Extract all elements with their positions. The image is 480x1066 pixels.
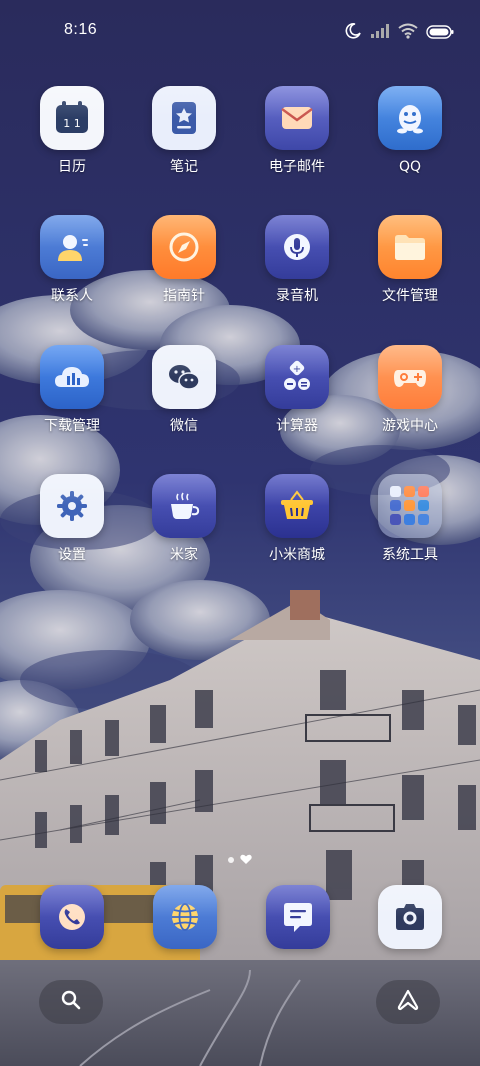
app-email[interactable]: 电子邮件 bbox=[247, 86, 347, 176]
app-label: 微信 bbox=[170, 418, 198, 434]
app-label: 笔记 bbox=[170, 159, 198, 175]
gear-icon bbox=[40, 474, 104, 538]
app-label: 文件管理 bbox=[382, 288, 438, 304]
dock-phone[interactable] bbox=[40, 885, 104, 949]
compass-icon bbox=[152, 215, 216, 279]
app-calculator[interactable]: + 计算器 bbox=[247, 345, 347, 435]
dock-camera[interactable] bbox=[378, 885, 442, 949]
microphone-icon bbox=[265, 215, 329, 279]
app-compass[interactable]: 指南针 bbox=[134, 215, 234, 305]
svg-text:+: + bbox=[293, 364, 301, 375]
app-label: 设置 bbox=[58, 547, 86, 563]
shopping-basket-icon bbox=[265, 474, 329, 538]
download-cloud-icon bbox=[40, 345, 104, 409]
status-bar: 8:16 bbox=[0, 0, 480, 62]
contacts-icon bbox=[40, 215, 104, 279]
browser-globe-icon bbox=[153, 885, 217, 949]
app-label: QQ bbox=[398, 159, 422, 175]
calendar-icon: 1 1 bbox=[40, 86, 104, 150]
app-label: 计算器 bbox=[276, 418, 318, 434]
qq-penguin-icon bbox=[378, 86, 442, 150]
heart-page-icon bbox=[240, 850, 252, 869]
app-calendar[interactable]: 1 1 日历 bbox=[22, 86, 122, 176]
folder-icon bbox=[378, 215, 442, 279]
app-qq[interactable]: QQ bbox=[360, 86, 460, 176]
page-dot bbox=[228, 856, 234, 863]
app-label: 下载管理 bbox=[44, 418, 100, 434]
app-game-center[interactable]: 游戏中心 bbox=[360, 345, 460, 435]
app-notes[interactable]: 笔记 bbox=[134, 86, 234, 176]
signal-icon bbox=[370, 23, 390, 43]
app-label: 小米商城 bbox=[269, 547, 325, 563]
dock-messages[interactable] bbox=[266, 885, 330, 949]
battery-icon bbox=[426, 24, 454, 43]
app-contacts[interactable]: 联系人 bbox=[22, 215, 122, 305]
app-wechat[interactable]: 微信 bbox=[134, 345, 234, 435]
search-button[interactable] bbox=[39, 980, 103, 1024]
app-settings[interactable]: 设置 bbox=[22, 474, 122, 564]
app-mi-store[interactable]: 小米商城 bbox=[247, 474, 347, 564]
app-file-manager[interactable]: 文件管理 bbox=[360, 215, 460, 305]
app-label: 录音机 bbox=[276, 288, 318, 304]
status-time: 8:16 bbox=[64, 21, 98, 38]
app-label: 游戏中心 bbox=[382, 418, 438, 434]
camera-icon bbox=[378, 885, 442, 949]
notes-icon bbox=[152, 86, 216, 150]
gamepad-icon bbox=[378, 345, 442, 409]
calendar-date-text: 1 1 bbox=[63, 117, 81, 130]
calculator-icon: + bbox=[265, 345, 329, 409]
app-label: 系统工具 bbox=[382, 547, 438, 563]
app-recorder[interactable]: 录音机 bbox=[247, 215, 347, 305]
wechat-icon bbox=[152, 345, 216, 409]
app-label: 米家 bbox=[170, 547, 198, 563]
moon-icon bbox=[344, 22, 362, 44]
dock-browser[interactable] bbox=[153, 885, 217, 949]
coffee-cup-icon bbox=[152, 474, 216, 538]
app-drawer-button[interactable] bbox=[376, 980, 440, 1024]
messages-icon bbox=[266, 885, 330, 949]
search-icon bbox=[60, 989, 82, 1015]
app-download-manager[interactable]: 下载管理 bbox=[22, 345, 122, 435]
folder-grid-icon bbox=[378, 474, 442, 538]
app-label: 电子邮件 bbox=[269, 159, 325, 175]
phone-icon bbox=[40, 885, 104, 949]
status-icons bbox=[344, 22, 454, 44]
app-folder-system-tools[interactable]: 系统工具 bbox=[360, 474, 460, 564]
app-label: 联系人 bbox=[51, 288, 93, 304]
mail-icon bbox=[265, 86, 329, 150]
page-indicator bbox=[228, 850, 252, 869]
app-label: 日历 bbox=[58, 159, 86, 175]
app-mijia[interactable]: 米家 bbox=[134, 474, 234, 564]
app-label: 指南针 bbox=[163, 288, 205, 304]
app-drawer-icon bbox=[396, 989, 420, 1015]
wifi-icon bbox=[398, 23, 418, 43]
